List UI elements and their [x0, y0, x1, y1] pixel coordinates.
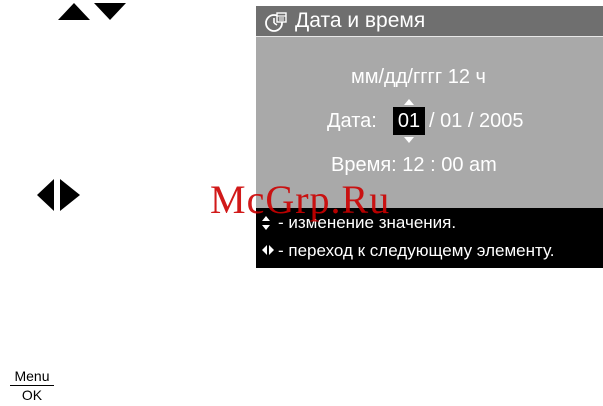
date-day-year[interactable]: / 01 / 2005 — [429, 109, 524, 133]
title-bar: Дата и время — [256, 6, 603, 37]
time-setting[interactable]: Время: 12 : 00 am — [331, 153, 497, 177]
ok-label: OK — [21, 387, 43, 403]
hint-row-next: - переход к следующему элементу. — [256, 238, 603, 266]
field-up-caret-icon — [404, 99, 414, 105]
watermark: McGrp.Ru — [210, 177, 391, 222]
up-down-arrows-icon — [58, 3, 126, 20]
clock-calendar-icon — [265, 12, 287, 32]
menu-label: Menu — [14, 368, 50, 384]
date-month-field[interactable]: 01 — [393, 107, 425, 135]
left-right-hint-icon — [262, 245, 274, 255]
format-setting[interactable]: мм/дд/гггг 12 ч — [351, 65, 486, 89]
field-down-caret-icon — [404, 137, 414, 143]
camera-screen: Дата и время мм/дд/гггг 12 ч Дата: 01 / … — [256, 6, 603, 268]
screen-title: Дата и время — [295, 9, 426, 32]
menu-ok-button-label: Menu OK — [8, 368, 56, 403]
menu-divider — [10, 385, 54, 386]
hint-text: - переход к следующему элементу. — [278, 241, 555, 260]
date-label: Дата: — [327, 110, 377, 132]
left-right-arrows-icon — [37, 179, 80, 211]
